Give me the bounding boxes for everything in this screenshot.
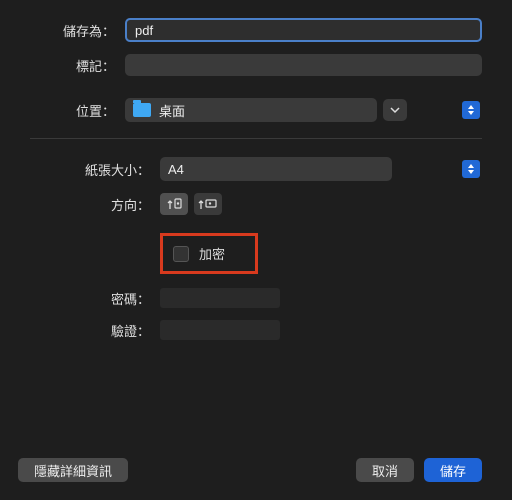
dialog-footer: 隱藏詳細資訊 取消 儲存 — [18, 458, 482, 482]
hide-details-button[interactable]: 隱藏詳細資訊 — [18, 458, 128, 482]
tags-input[interactable] — [125, 54, 482, 76]
password-label: 密碼： — [30, 289, 160, 308]
portrait-icon — [165, 197, 183, 211]
cancel-button[interactable]: 取消 — [356, 458, 414, 482]
expand-button[interactable] — [383, 99, 407, 121]
location-row: 位置： 桌面 — [30, 98, 482, 122]
filename-input[interactable] — [125, 18, 482, 42]
encrypt-checkbox[interactable] — [173, 246, 189, 262]
save-dialog: 儲存為： 標記： 位置： 桌面 紙張大小： A4 — [0, 0, 512, 340]
updown-icon — [462, 101, 480, 119]
paper-size-row: 紙張大小： A4 — [30, 157, 482, 181]
save-as-row: 儲存為： — [30, 18, 482, 42]
encrypt-label: 加密 — [199, 244, 225, 263]
save-button[interactable]: 儲存 — [424, 458, 482, 482]
password-input — [160, 288, 280, 308]
verify-input — [160, 320, 280, 340]
orientation-group — [160, 193, 222, 215]
location-label: 位置： — [30, 101, 125, 120]
orientation-label: 方向： — [30, 195, 160, 214]
landscape-button[interactable] — [194, 193, 222, 215]
location-select[interactable]: 桌面 — [125, 98, 377, 122]
portrait-button[interactable] — [160, 193, 188, 215]
save-as-label: 儲存為： — [30, 21, 125, 40]
password-row: 密碼： — [30, 288, 482, 308]
paper-size-value: A4 — [168, 162, 184, 177]
verify-row: 驗證： — [30, 320, 482, 340]
encrypt-highlight: 加密 — [160, 233, 258, 274]
tags-row: 標記： — [30, 54, 482, 76]
landscape-icon — [197, 197, 219, 211]
chevron-down-icon — [390, 105, 400, 115]
location-value: 桌面 — [159, 101, 185, 120]
tags-label: 標記： — [30, 56, 125, 75]
paper-size-select[interactable]: A4 — [160, 157, 392, 181]
folder-icon — [133, 103, 151, 117]
orientation-row: 方向： — [30, 193, 482, 215]
paper-size-label: 紙張大小： — [30, 160, 160, 179]
divider — [30, 138, 482, 139]
verify-label: 驗證： — [30, 321, 160, 340]
updown-icon — [462, 160, 480, 178]
